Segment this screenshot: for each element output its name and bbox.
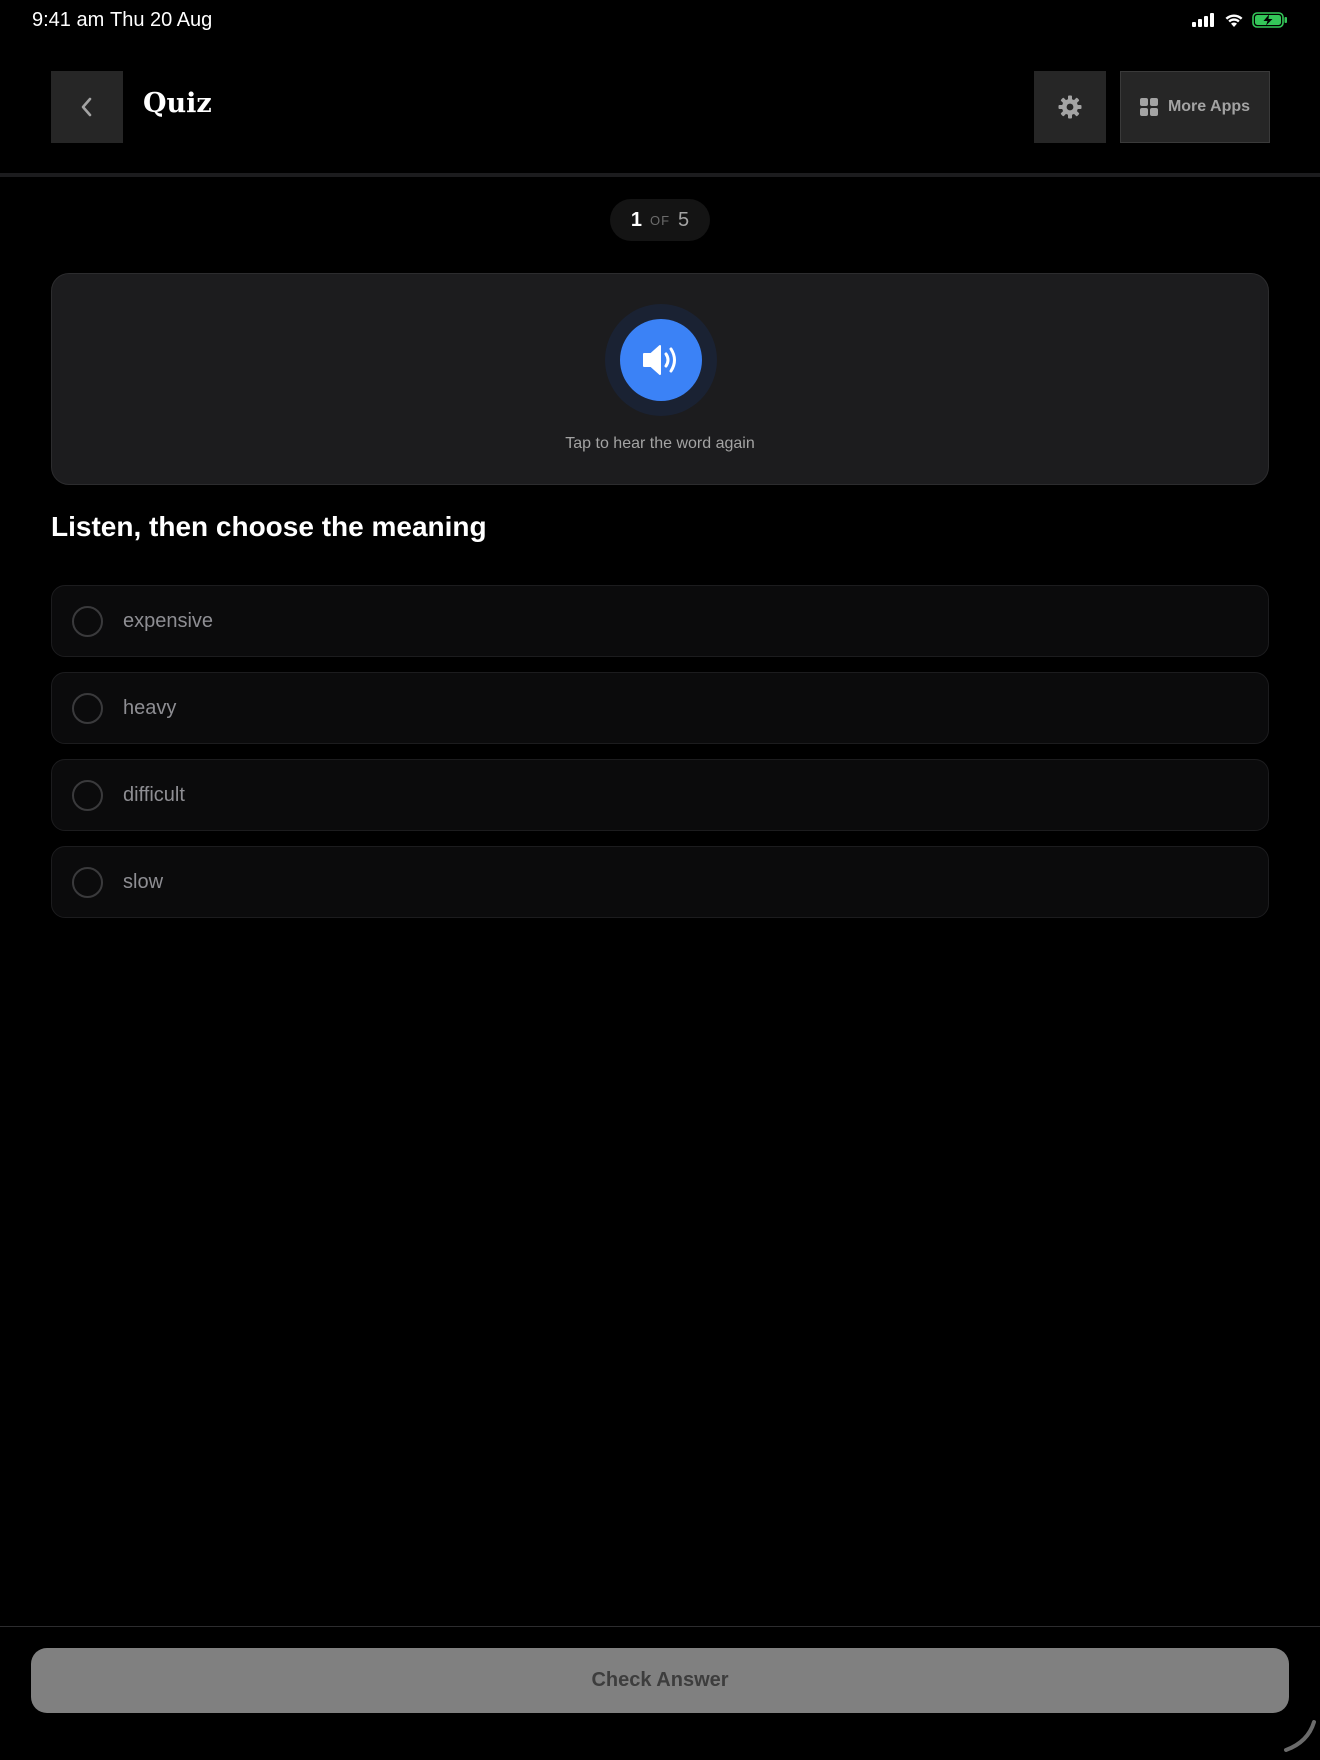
app-header: Quiz More Apps — [0, 70, 1320, 146]
question-progress: 1 OF 5 — [610, 199, 710, 241]
status-date: Thu 20 Aug — [110, 9, 213, 31]
radio-button[interactable] — [72, 867, 103, 898]
cellular-signal-icon — [1192, 13, 1214, 27]
status-bar: 9:41 am Thu 20 Aug — [0, 0, 1320, 40]
status-icons — [1192, 10, 1288, 30]
check-answer-button[interactable]: Check Answer — [31, 1648, 1289, 1713]
back-button[interactable] — [51, 71, 123, 143]
more-apps-button[interactable]: More Apps — [1120, 71, 1270, 143]
answer-option-label: heavy — [123, 697, 177, 719]
audio-hint: Tap to hear the word again — [565, 435, 755, 452]
question-title: Listen, then choose the meaning — [51, 511, 487, 542]
quiz-screen: 9:41 am Thu 20 Aug Quiz More Apps 1 OF 5… — [0, 0, 1320, 1760]
answer-option-label: difficult — [123, 784, 185, 806]
progress-total: 5 — [678, 208, 690, 231]
radio-button[interactable] — [72, 606, 103, 637]
answer-option-label: slow — [123, 871, 164, 893]
progress-current: 1 — [630, 208, 642, 231]
window-corner-indicator — [1284, 1720, 1316, 1752]
answer-options: expensive heavy difficult slow — [51, 585, 1269, 933]
answer-option[interactable]: expensive — [51, 585, 1269, 657]
chevron-left-icon — [81, 97, 92, 117]
progress-of-label: OF — [649, 212, 671, 228]
battery-charging-icon — [1252, 12, 1287, 28]
page-title: Quiz — [143, 88, 212, 119]
gear-icon — [1058, 95, 1082, 119]
more-apps-label: More Apps — [1167, 98, 1251, 115]
answer-option-label: expensive — [123, 610, 214, 632]
radio-button[interactable] — [72, 780, 103, 811]
settings-button[interactable] — [1034, 71, 1106, 143]
wifi-icon — [1225, 13, 1243, 27]
audio-card: Tap to hear the word again — [51, 273, 1269, 485]
grid-icon — [1139, 98, 1158, 116]
answer-option[interactable]: heavy — [51, 672, 1269, 744]
footer-divider — [0, 1626, 1320, 1627]
play-audio-button[interactable] — [620, 319, 702, 401]
radio-button[interactable] — [72, 693, 103, 724]
answer-option[interactable]: slow — [51, 846, 1269, 918]
header-divider — [0, 173, 1320, 177]
audio-button-halo — [605, 304, 717, 416]
speaker-icon — [643, 345, 676, 375]
status-time: 9:41 am — [32, 9, 105, 31]
answer-option[interactable]: difficult — [51, 759, 1269, 831]
